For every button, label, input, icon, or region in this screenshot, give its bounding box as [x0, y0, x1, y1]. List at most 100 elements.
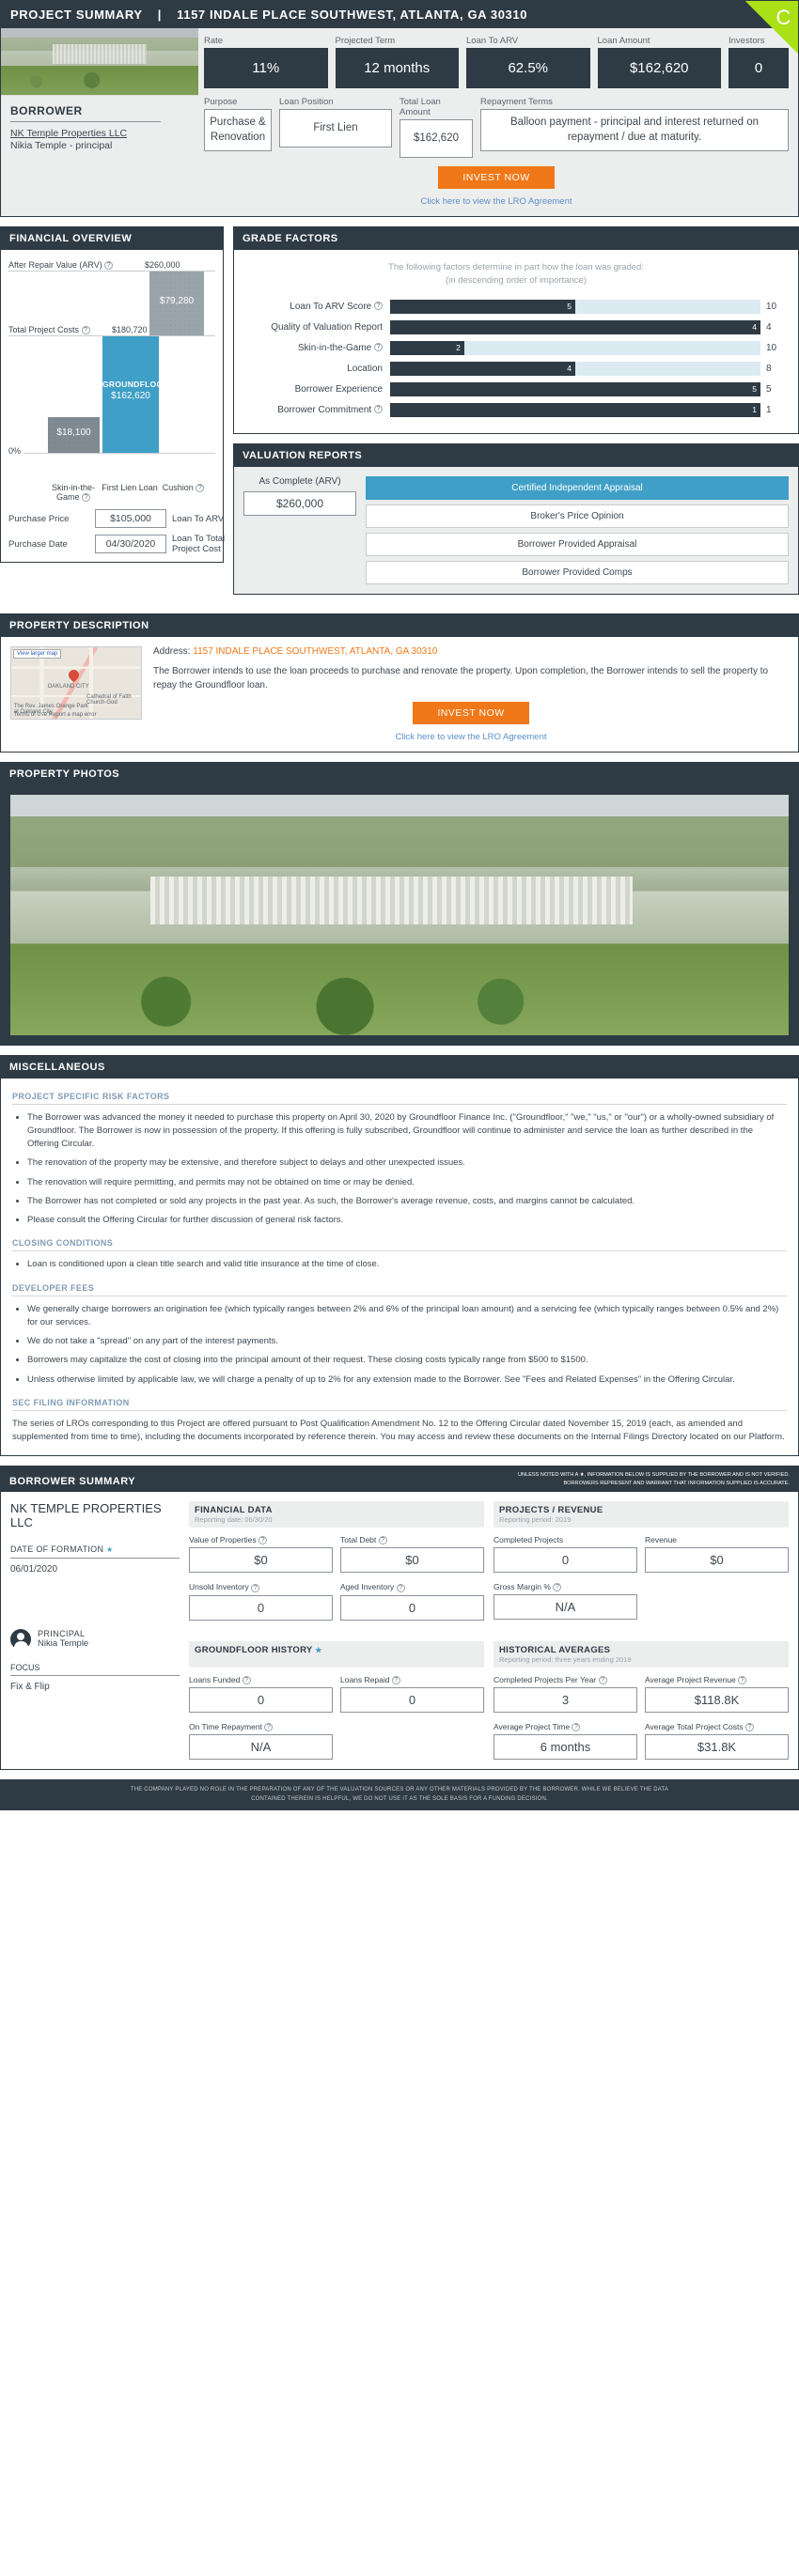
grade-factors-intro: The following factors determine in part … [247, 261, 785, 288]
miscellaneous-panel: MISCELLANEOUS PROJECT SPECIFIC RISK FACT… [0, 1054, 799, 1457]
as-complete-label: As Complete (ARV) [258, 475, 341, 487]
financial-data-subtitle: Reporting date: 06/30/20 [195, 1515, 273, 1525]
project-address: 1157 INDALE PLACE SOUTHWEST, ATLANTA, GA… [177, 8, 528, 22]
metric-gross-margin: Gross Margin % ? N/A [494, 1582, 637, 1621]
grade-factor-max: 1 [766, 404, 772, 415]
help-icon[interactable]: ? [82, 493, 91, 503]
help-icon[interactable]: ? [258, 1536, 268, 1545]
borrower-identity-column: NK TEMPLE PROPERTIES LLC DATE OF FORMATI… [10, 1501, 180, 1760]
help-icon[interactable]: ? [553, 1583, 562, 1592]
help-icon[interactable]: ? [744, 1723, 754, 1732]
property-invest-wrapper: INVEST NOW [153, 701, 789, 724]
stat-loan-to-arv-value: 62.5% [466, 48, 590, 88]
financial-data-header: FINANCIAL DATA Reporting date: 06/30/20 [189, 1501, 484, 1529]
valuation-option-brokers-price-opinion[interactable]: Broker's Price Opinion [366, 504, 789, 528]
map-label-neighborhood: OAKLAND CITY [47, 684, 89, 691]
valuation-option-borrower-provided-appraisal[interactable]: Borrower Provided Appraisal [366, 532, 789, 556]
grade-factor-row: Borrower Experience 5 5 [247, 381, 785, 396]
principal-block: PRINCIPAL Nikia Temple [10, 1629, 180, 1651]
avatar [10, 1629, 31, 1651]
grade-factor-row: Skin-in-the-Game ? 2 10 [247, 340, 785, 355]
verified-star-icon: ★ [315, 1645, 322, 1654]
metric-unsold-inventory: Unsold Inventory ? 0 [189, 1582, 333, 1621]
misc-list-risk-factors: The Borrower was advanced the money it n… [27, 1111, 787, 1228]
borrower-summary-note-line1: UNLESS NOTED WITH A ★, INFORMATION BELOW… [518, 1472, 790, 1479]
map-footer-text: Terms of Use Report a map error [13, 711, 97, 718]
help-icon[interactable]: ? [738, 1675, 747, 1684]
property-map[interactable]: View larger map OAKLAND CITY Cathedral o… [10, 645, 142, 720]
invest-now-wrapper: INVEST NOW [204, 166, 789, 189]
grade-factors-intro-line1: The following factors determine in part … [388, 262, 644, 272]
grade-factor-row: Location 4 8 [247, 361, 785, 376]
list-item: The renovation of the property may be ex… [27, 1156, 787, 1170]
help-icon[interactable]: ? [572, 1723, 581, 1732]
borrower-company-link[interactable]: NK Temple Properties LLC [10, 128, 189, 139]
historical-averages-block: HISTORICAL AVERAGES Reporting period: th… [494, 1640, 789, 1761]
misc-text-sec-filing: The series of LROs corresponding to this… [12, 1418, 785, 1442]
metric-value-of-properties: Value of Properties ? $0 [189, 1535, 333, 1574]
borrower-summary-heading: BORROWER SUMMARY [9, 1476, 136, 1488]
page-footer: THE COMPANY PLAYED NO ROLE IN THE PREPAR… [0, 1779, 799, 1811]
valuation-reports-heading: VALUATION REPORTS [234, 443, 798, 467]
tpc-label: Total Project Costs ? [8, 325, 93, 335]
invest-now-button[interactable]: INVEST NOW [438, 166, 555, 189]
grade-factor-name-quality-of-valuation-report: Quality of Valuation Report [271, 321, 383, 333]
purchase-price-value[interactable]: $105,000 [95, 509, 166, 529]
help-icon[interactable]: ? [396, 1583, 405, 1592]
grade-factors-intro-line2: (in descending order of importance) [446, 275, 587, 287]
as-complete-block: As Complete (ARV) $260,000 [243, 476, 356, 584]
borrower-summary-panel: BORROWER SUMMARY UNLESS NOTED WITH A ★, … [0, 1466, 799, 1771]
grade-factor-fill: 5 [390, 381, 760, 396]
help-icon[interactable]: ? [242, 1675, 251, 1684]
view-larger-map-link[interactable]: View larger map [13, 648, 62, 659]
valuation-option-borrower-provided-comps[interactable]: Borrower Provided Comps [366, 560, 789, 584]
field-purpose-label: Purpose [204, 97, 238, 107]
lro-agreement-link[interactable]: Click here to view the LRO Agreement [204, 196, 789, 207]
grade-letter: C [776, 6, 791, 29]
date-of-formation-value: 06/01/2020 [10, 1564, 58, 1575]
project-summary-panel: PROJECT SUMMARY | 1157 INDALE PLACE SOUT… [0, 0, 799, 217]
arv-value-label: $260,000 [145, 260, 183, 270]
help-icon[interactable]: ? [374, 405, 383, 414]
lro-agreement-link[interactable]: Click here to view the LRO Agreement [153, 732, 789, 742]
property-photo-main[interactable] [10, 794, 789, 1035]
purchase-date-value[interactable]: 04/30/2020 [95, 535, 166, 554]
as-complete-value: $260,000 [243, 490, 356, 516]
help-icon[interactable]: ? [374, 302, 383, 311]
borrower-company-name: NK TEMPLE PROPERTIES LLC [10, 1501, 162, 1530]
financial-overview-panel: FINANCIAL OVERVIEW After Repair Value (A… [0, 226, 306, 564]
help-icon[interactable]: ? [378, 1536, 387, 1545]
help-icon[interactable]: ? [391, 1675, 400, 1684]
help-icon[interactable]: ? [196, 484, 205, 493]
grade-factor-row: Borrower Commitment ? 1 1 [247, 402, 785, 417]
help-icon[interactable]: ? [104, 261, 114, 271]
bar-skin-in-the-game-label: $18,100 [56, 427, 91, 438]
help-icon[interactable]: ? [81, 326, 90, 335]
historical-averages-header: HISTORICAL AVERAGES Reporting period: th… [494, 1640, 789, 1668]
invest-now-button[interactable]: INVEST NOW [413, 701, 529, 724]
stat-rate: Rate 11% [204, 36, 328, 88]
help-icon[interactable]: ? [251, 1583, 260, 1592]
field-total-loan-amount-value: $162,620 [400, 119, 473, 158]
grade-factor-fill: 2 [390, 340, 464, 355]
grade-factor-name-borrower-experience: Borrower Experience [294, 383, 383, 395]
zero-gridline [8, 453, 215, 454]
principal-title: PRINCIPAL [38, 1629, 86, 1639]
property-address-value: 1157 INDALE PLACE SOUTHWEST, ATLANTA, GA… [193, 645, 438, 657]
borrower-metrics-column: FINANCIAL DATA Reporting date: 06/30/20 … [189, 1501, 789, 1761]
help-icon[interactable]: ? [264, 1723, 274, 1732]
grade-factor-track: 2 [390, 340, 760, 355]
stat-rate-label: Rate [204, 36, 224, 46]
list-item: Loan is conditioned upon a clean title s… [27, 1258, 787, 1271]
help-icon[interactable]: ? [374, 343, 383, 352]
stat-projected-term-label: Projected Term [335, 36, 396, 46]
field-loan-position: Loan Position First Lien [279, 97, 392, 158]
valuation-option-certified-independent-appraisal[interactable]: Certified Independent Appraisal [366, 475, 789, 500]
grade-factor-fill: 5 [390, 299, 575, 314]
financial-data-title: FINANCIAL DATA [195, 1505, 273, 1516]
field-repayment-terms-label: Repayment Terms [480, 97, 553, 107]
grade-factor-name-skin-in-the-game: Skin-in-the-Game ? [247, 343, 390, 353]
metric-loans-repaid: Loans Repaid ? 0 [340, 1675, 484, 1713]
field-total-loan-amount: Total Loan Amount $162,620 [400, 97, 473, 158]
help-icon[interactable]: ? [598, 1675, 607, 1684]
